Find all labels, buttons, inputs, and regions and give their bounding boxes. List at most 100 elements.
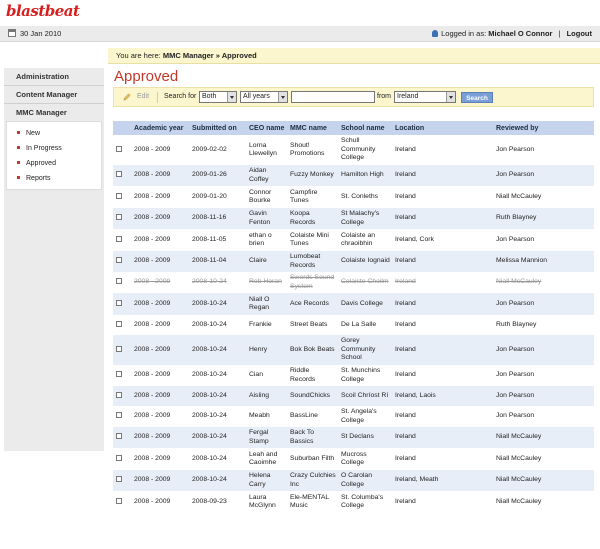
table-row[interactable]: 2008 - 2009 2008-10-24 Helena Carry Crazy C… (113, 470, 594, 491)
table-row[interactable]: 2008 - 2009 2008-10-24 Henry Bok Bok Beats G… (113, 335, 594, 365)
table-cell: Aisling (246, 386, 287, 406)
row-checkbox[interactable] (116, 391, 122, 398)
table-cell: Niall McCauley (493, 272, 594, 293)
table-row[interactable]: 2008 - 2009 2008-10-24 Fergal Stamp Back To… (113, 427, 594, 448)
country-select[interactable]: Ireland (394, 91, 456, 103)
row-checkbox[interactable] (116, 278, 122, 285)
logout-link[interactable]: Logout (567, 29, 592, 38)
row-select-cell (113, 165, 131, 186)
row-checkbox[interactable] (116, 476, 122, 483)
year-select[interactable]: All years (240, 91, 288, 103)
table-row[interactable]: 2008 - 2009 2008-09-23 Laura McGlynn Ele-ME… (113, 491, 594, 513)
table-cell: 2008-11-04 (189, 251, 246, 272)
row-checkbox[interactable] (116, 145, 122, 152)
row-checkbox[interactable] (116, 371, 122, 378)
table-row[interactable]: 2008 - 2009 2008-10-24 Aisling SoundChicks S… (113, 386, 594, 406)
logged-in-label: Logged in as: (441, 29, 487, 38)
table-cell: Laura McGlynn (246, 491, 287, 513)
table-cell: Colaiste an chraoibhin (338, 229, 392, 251)
sidebar-item-new[interactable]: New (7, 126, 101, 141)
table-cell: Jon Pearson (493, 229, 594, 251)
column-header[interactable]: MMC name (287, 121, 338, 135)
table-cell: Colaiste Iognaid (338, 251, 392, 272)
column-header[interactable]: Reviewed by (493, 121, 594, 135)
table-cell: Ireland (392, 427, 493, 448)
table-cell: Fergal Stamp (246, 427, 287, 448)
table-row[interactable]: 2008 - 2009 2008-10-24 Leah and Caoimhe Sub… (113, 448, 594, 470)
table-cell: 2008 - 2009 (131, 386, 189, 406)
pencil-icon (123, 93, 131, 101)
sidebar-section-administration[interactable]: Administration (4, 68, 104, 86)
column-header[interactable]: Academic year (131, 121, 189, 135)
row-select-cell (113, 229, 131, 251)
sidebar-item-in-progress[interactable]: In Progress (7, 141, 101, 156)
user-name: Michael O Connor (488, 29, 553, 38)
table-cell: Street Beats (287, 315, 338, 335)
column-header[interactable]: Location (392, 121, 493, 135)
app-logo[interactable]: blastbeat (6, 2, 80, 20)
table-cell: Back To Bassics (287, 427, 338, 448)
year-value: All years (243, 93, 270, 100)
chevron-down-icon (446, 92, 455, 102)
user-icon (432, 30, 439, 37)
row-checkbox[interactable] (116, 497, 122, 504)
row-select-cell (113, 208, 131, 229)
table-cell: Suburban Filth (287, 448, 338, 470)
table-cell: Ireland (392, 135, 493, 165)
table-cell: Ireland, Cork (392, 229, 493, 251)
table-cell: Claire (246, 251, 287, 272)
chevron-down-icon (278, 92, 287, 102)
table-cell: Henry (246, 335, 287, 365)
sidebar-section-mmc-manager[interactable]: MMC Manager (4, 104, 104, 121)
table-row[interactable]: 2008 - 2009 2009-01-26 Aidan Coffey Fuzzy M… (113, 165, 594, 186)
table-row[interactable]: 2008 - 2009 2008-10-24 Frankie Street Beats… (113, 315, 594, 335)
row-checkbox[interactable] (116, 192, 122, 199)
table-cell: Rob Horan (246, 272, 287, 293)
table-row[interactable]: 2008 - 2009 2008-11-04 Claire Lumobeat Reco… (113, 251, 594, 272)
row-checkbox[interactable] (116, 257, 122, 264)
row-select-cell (113, 386, 131, 406)
table-row[interactable]: 2008 - 2009 2008-11-16 Gavin Fenton Koopa R… (113, 208, 594, 229)
sidebar-item-approved[interactable]: Approved (7, 156, 101, 171)
chevron-down-icon (227, 92, 236, 102)
row-checkbox[interactable] (116, 235, 122, 242)
table-row[interactable]: 2008 - 2009 2008-10-24 Meabh BassLine St. An… (113, 406, 594, 427)
calendar-icon (8, 29, 16, 37)
table-row[interactable]: 2008 - 2009 2008-11-05 ethan o brien Colais… (113, 229, 594, 251)
row-checkbox[interactable] (116, 320, 122, 327)
separator: | (558, 29, 561, 38)
table-row[interactable]: 2008 - 2009 2009-02-02 Lorna Llewellyn Shou… (113, 135, 594, 165)
row-checkbox[interactable] (116, 299, 122, 306)
table-cell: 2008-09-23 (189, 491, 246, 513)
row-checkbox[interactable] (116, 345, 122, 352)
edit-button[interactable]: Edit (137, 93, 149, 100)
row-select-cell (113, 135, 131, 165)
search-type-select[interactable]: Both (199, 91, 237, 103)
table-cell: De La Salle (338, 315, 392, 335)
breadcrumb-path[interactable]: MMC Manager » Approved (163, 51, 257, 60)
row-checkbox[interactable] (116, 412, 122, 419)
table-cell: Lorna Llewellyn (246, 135, 287, 165)
table-row[interactable]: 2008 - 2009 2008-10-24 Cian Riddle Records S… (113, 365, 594, 386)
row-checkbox[interactable] (116, 171, 122, 178)
sidebar-item-reports[interactable]: Reports (7, 171, 101, 186)
row-checkbox[interactable] (116, 214, 122, 221)
column-header[interactable]: Submitted on (189, 121, 246, 135)
row-select-cell (113, 470, 131, 491)
table-row[interactable]: 2008 - 2009 2008-10-24 Rob Horan Swords Sou… (113, 272, 594, 293)
column-header[interactable]: School name (338, 121, 392, 135)
table-cell: Ireland, Laois (392, 386, 493, 406)
table-row[interactable]: 2008 - 2009 2009-01-20 Connor Bourke Campfi… (113, 186, 594, 208)
column-header[interactable]: CEO name (246, 121, 287, 135)
search-button[interactable]: Search (461, 92, 493, 103)
row-checkbox[interactable] (116, 433, 122, 440)
sidebar-item-label: New (26, 130, 41, 137)
sidebar-section-content-manager[interactable]: Content Manager (4, 86, 104, 104)
row-select-cell (113, 427, 131, 448)
table-row[interactable]: 2008 - 2009 2008-10-24 Niall O Regan Ace Re… (113, 293, 594, 315)
table-cell: Ireland (392, 293, 493, 315)
table-cell: SoundChicks (287, 386, 338, 406)
table-cell: 2008 - 2009 (131, 448, 189, 470)
row-checkbox[interactable] (116, 454, 122, 461)
search-input[interactable] (291, 91, 375, 103)
